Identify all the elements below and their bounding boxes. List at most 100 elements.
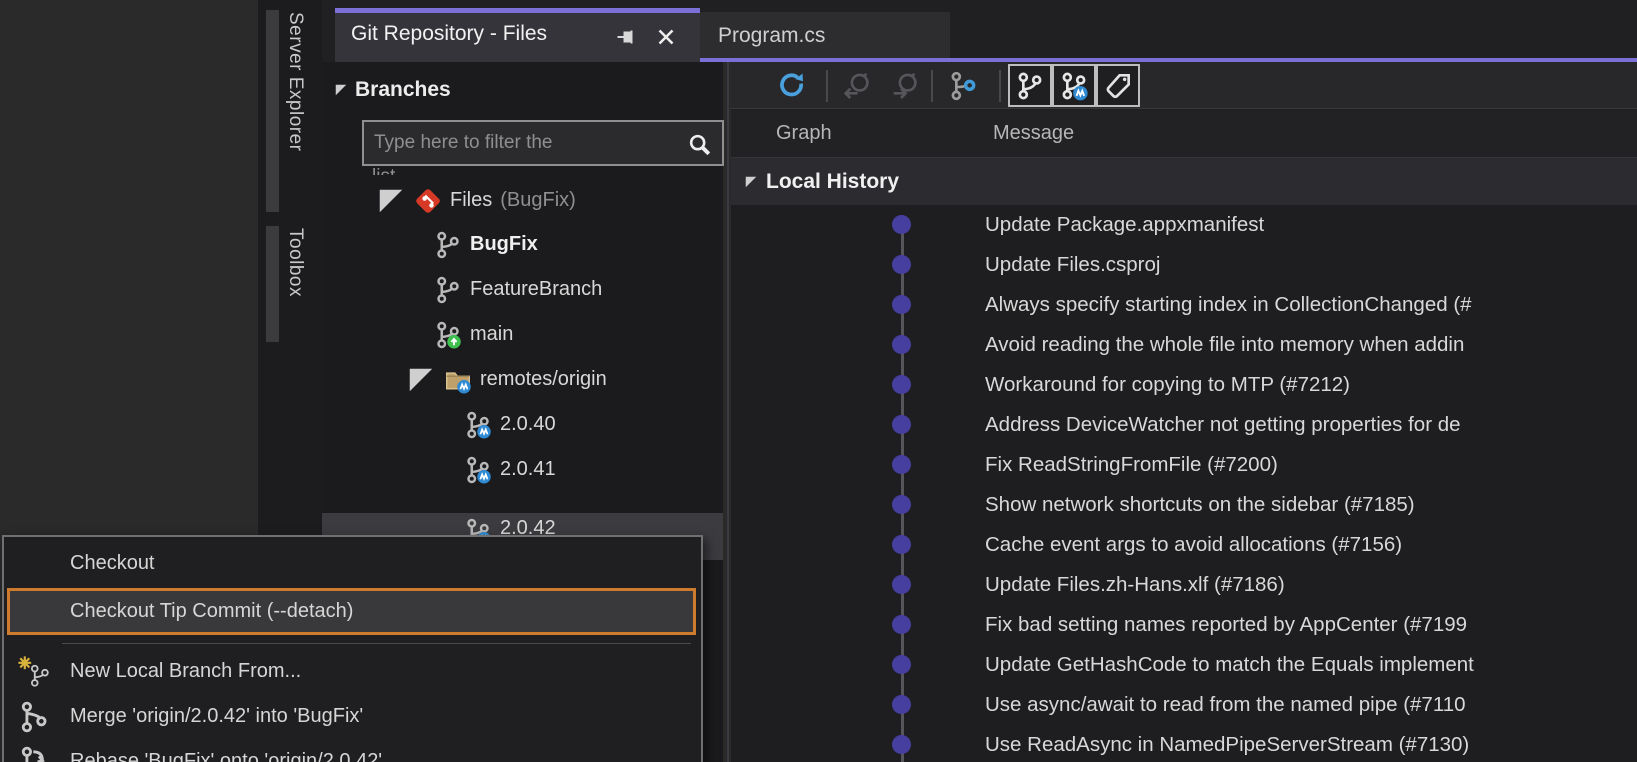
remote-branches-icon — [1058, 70, 1090, 102]
branch-filter-box — [362, 120, 724, 166]
current-branch-detail: (BugFix) — [500, 189, 576, 212]
tree-item-repo-files[interactable]: Files (BugFix) — [376, 178, 576, 223]
new-branch-icon — [17, 655, 51, 689]
toolbar-separator — [999, 70, 1001, 102]
menu-item-checkout-tip-commit[interactable]: Checkout Tip Commit (--detach) — [7, 588, 696, 635]
commit-row[interactable]: Use async/await to read from the named p… — [731, 685, 1637, 725]
commit-node[interactable] — [892, 335, 911, 354]
commit-node[interactable] — [892, 535, 911, 554]
toggle-tags-button[interactable] — [1096, 64, 1140, 107]
commit-node[interactable] — [892, 455, 911, 474]
new-branch-icon[interactable] — [947, 70, 979, 102]
visual-studio-window: Server Explorer Toolbox Git Repository -… — [0, 0, 1637, 762]
commit-node[interactable] — [892, 655, 911, 674]
search-icon[interactable] — [686, 131, 714, 159]
tree-item-branch-main[interactable]: main — [433, 312, 513, 357]
tab-edge-bar — [266, 226, 279, 342]
merge-icon — [17, 700, 51, 734]
section-title: Local History — [766, 170, 899, 194]
commit-row[interactable]: Fix bad setting names reported by AppCen… — [731, 605, 1637, 645]
commit-row[interactable]: Show network shortcuts on the sidebar (#… — [731, 485, 1637, 525]
tree-item-remotes-origin[interactable]: remotes/origin — [406, 357, 607, 402]
branch-filter-input[interactable] — [372, 124, 678, 162]
commit-node[interactable] — [892, 215, 911, 234]
incoming-commits-icon[interactable] — [841, 70, 873, 102]
commit-row[interactable]: Workaround for copying to MTP (#7212) — [731, 365, 1637, 405]
tab-title: Program.cs — [718, 24, 825, 48]
branches-section-header[interactable]: Branches — [334, 72, 451, 108]
commit-node[interactable] — [892, 615, 911, 634]
commit-node[interactable] — [892, 295, 911, 314]
remote-branch-icon — [463, 455, 493, 485]
sidebar-tab-label: Toolbox — [284, 228, 306, 297]
section-title: Branches — [355, 78, 451, 102]
outgoing-commits-icon[interactable] — [889, 70, 921, 102]
toolbar-separator — [826, 70, 828, 102]
commit-row[interactable]: Address DeviceWatcher not getting proper… — [731, 405, 1637, 445]
toolbar-separator — [931, 70, 933, 102]
repository-icon — [413, 186, 443, 216]
tab-git-repository[interactable]: Git Repository - Files — [335, 8, 700, 62]
rebase-icon — [17, 745, 51, 762]
commit-node[interactable] — [892, 495, 911, 514]
column-message[interactable]: Message — [993, 122, 1074, 145]
commit-row[interactable]: Avoid reading the whole file into memory… — [731, 325, 1637, 365]
commit-row[interactable]: Cache event args to avoid allocations (#… — [731, 525, 1637, 565]
commit-node[interactable] — [892, 735, 911, 754]
branch-tracking-icon — [433, 320, 463, 350]
expander-icon[interactable] — [744, 175, 758, 189]
menu-item-rebase[interactable]: Rebase 'BugFix' onto 'origin/2.0.42' — [7, 739, 696, 762]
pin-icon[interactable] — [614, 25, 638, 49]
local-history-section[interactable]: Local History — [731, 158, 1637, 205]
commit-node[interactable] — [892, 575, 911, 594]
panel-splitter[interactable] — [727, 62, 729, 762]
menu-item-merge[interactable]: Merge 'origin/2.0.42' into 'BugFix' — [7, 694, 696, 739]
sidebar-tab-toolbox[interactable]: Toolbox — [262, 224, 318, 344]
sidebar-tab-server-explorer[interactable]: Server Explorer — [262, 8, 318, 214]
tree-item-remote-2040[interactable]: 2.0.40 — [463, 402, 556, 447]
commit-node[interactable] — [892, 695, 911, 714]
commit-row[interactable]: Update Files.csproj — [731, 245, 1637, 285]
toggle-remote-branches-button[interactable] — [1052, 64, 1096, 107]
toggle-local-branches-button[interactable] — [1008, 64, 1052, 107]
commit-row[interactable]: Always specify starting index in Collect… — [731, 285, 1637, 325]
commit-row[interactable]: Use ReadAsync in NamedPipeServerStream (… — [731, 725, 1637, 762]
tag-icon — [1102, 70, 1134, 102]
commit-list: Update Package.appxmanifest Update Files… — [731, 205, 1637, 762]
tree-item-branch-bugfix[interactable]: BugFix — [433, 222, 538, 267]
commit-row[interactable]: Update Files.zh-Hans.xlf (#7186) — [731, 565, 1637, 605]
remote-branch-icon — [463, 410, 493, 440]
active-tab-accent — [335, 8, 700, 13]
tab-title: Git Repository - Files — [351, 22, 547, 46]
history-toolbar — [731, 62, 1637, 109]
expander-icon[interactable] — [406, 365, 436, 395]
history-column-headers: Graph Message — [731, 110, 1637, 158]
filter-placeholder-overflow: list — [372, 168, 395, 175]
commit-node[interactable] — [892, 375, 911, 394]
tab-program-cs[interactable]: Program.cs — [700, 12, 950, 62]
commit-node[interactable] — [892, 415, 911, 434]
tab-edge-bar — [266, 10, 279, 212]
menu-item-checkout[interactable]: Checkout — [7, 543, 696, 583]
document-tab-bar: Git Repository - Files Program.cs — [322, 0, 1637, 62]
expander-icon[interactable] — [334, 83, 348, 97]
branch-icon — [433, 230, 463, 260]
branch-context-menu: Checkout Checkout Tip Commit (--detach) … — [2, 535, 703, 762]
commit-node[interactable] — [892, 255, 911, 274]
expander-icon[interactable] — [376, 186, 406, 216]
menu-separator — [62, 643, 691, 644]
local-branches-icon — [1014, 70, 1046, 102]
menu-item-new-local-branch[interactable]: New Local Branch From... — [7, 649, 696, 694]
close-icon[interactable] — [654, 25, 678, 49]
tree-item-remote-2041[interactable]: 2.0.41 — [463, 447, 556, 492]
sidebar-tab-label: Server Explorer — [284, 12, 306, 152]
refresh-icon[interactable] — [776, 70, 808, 102]
branch-icon — [433, 275, 463, 305]
tree-item-branch-featurebranch[interactable]: FeatureBranch — [433, 267, 602, 312]
commit-row[interactable]: Fix ReadStringFromFile (#7200) — [731, 445, 1637, 485]
remote-folder-icon — [443, 365, 473, 395]
column-graph[interactable]: Graph — [776, 122, 832, 145]
commit-row[interactable]: Update GetHashCode to match the Equals i… — [731, 645, 1637, 685]
commit-row[interactable]: Update Package.appxmanifest — [731, 205, 1637, 245]
history-panel: Graph Message Local History Update Packa… — [731, 62, 1637, 762]
